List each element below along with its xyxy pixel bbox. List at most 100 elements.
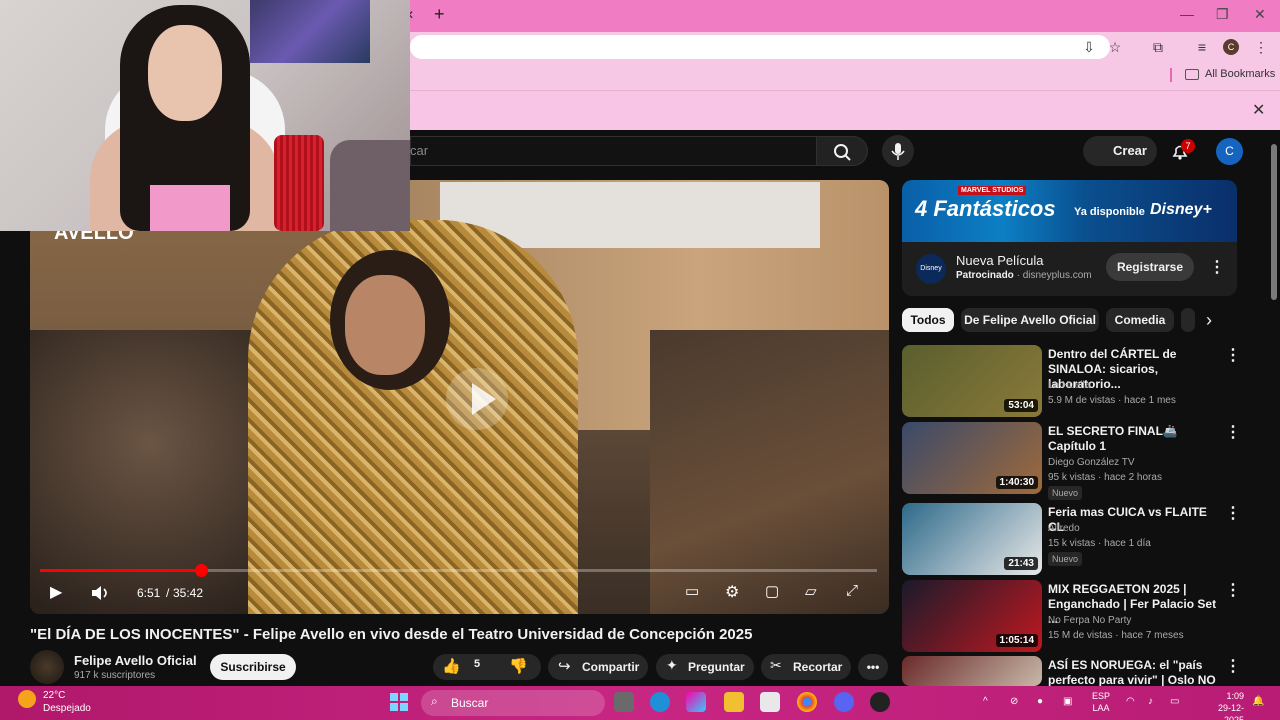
rec-meta: 5.9 M de vistas · hace 1 mes	[1048, 395, 1176, 406]
copilot-icon[interactable]	[686, 692, 706, 712]
extensions-icon[interactable]: ⧉	[1149, 38, 1167, 56]
rec-thumbnail[interactable]	[902, 656, 1042, 686]
taskbar-search-icon: ⌕	[431, 694, 438, 708]
subtitles-icon[interactable]: ▭	[685, 582, 699, 600]
play-icon[interactable]: ▶	[50, 582, 62, 602]
ad-title[interactable]: Nueva Película	[956, 253, 1043, 268]
webcam-top	[150, 185, 230, 231]
windows-taskbar	[0, 686, 1280, 720]
search-input[interactable]	[410, 136, 816, 166]
rec-more-icon[interactable]: ⋮	[1225, 425, 1241, 441]
chip-todos[interactable]: Todos	[902, 308, 954, 332]
media-controls-icon[interactable]: ≡	[1193, 38, 1211, 56]
battery-icon[interactable]: ▭	[1170, 696, 1179, 707]
more-actions-button[interactable]: •••	[858, 654, 888, 680]
address-bar[interactable]	[410, 35, 1110, 59]
rec-channel[interactable]: No Ferpa No Party	[1048, 615, 1131, 626]
store-icon[interactable]	[760, 692, 780, 712]
rec-channel[interactable]: Diego González TV	[1048, 457, 1135, 468]
weather-sun-icon[interactable]	[18, 690, 36, 708]
chip-comedia[interactable]: Comedia	[1106, 308, 1174, 332]
keyboard-layout: LAA	[1092, 703, 1110, 713]
obs-icon[interactable]	[870, 692, 890, 712]
speaker-icon[interactable]: ♪	[1148, 696, 1153, 707]
rec-more-icon[interactable]: ⋮	[1225, 659, 1241, 675]
rec-channel[interactable]: Alfredo	[1048, 523, 1080, 534]
webcam-speaker	[274, 135, 324, 231]
profile-avatar[interactable]: C	[1223, 39, 1239, 55]
voice-search-button[interactable]	[882, 135, 914, 167]
subscribe-button[interactable]: Suscribirse	[210, 654, 296, 680]
chip-channel[interactable]: De Felipe Avello Oficial	[961, 308, 1099, 332]
wifi-icon[interactable]: ◠	[1126, 696, 1135, 707]
create-button[interactable]: Crear	[1083, 136, 1157, 166]
infobar-close-icon[interactable]: ✕	[1252, 100, 1265, 120]
ad-domain: disneyplus.com	[1022, 270, 1092, 281]
rec-more-icon[interactable]: ⋮	[1225, 506, 1241, 522]
scissors-icon: ✂	[770, 657, 782, 673]
all-bookmarks-link[interactable]: All Bookmarks	[1205, 68, 1275, 80]
ad-available-text: Ya disponible	[1074, 206, 1145, 218]
time-current: 6:51	[137, 586, 161, 600]
taskbar-search[interactable]	[421, 690, 605, 716]
settings-gear-icon[interactable]: ⚙	[725, 582, 739, 602]
weather-description[interactable]: Despejado	[43, 703, 91, 714]
scrollbar-thumb[interactable]	[1271, 144, 1277, 300]
theater-mode-icon[interactable]: ▢	[765, 582, 779, 600]
window-close-icon[interactable]: ✕	[1254, 6, 1266, 23]
fullscreen-icon[interactable]: ⤢	[846, 582, 858, 599]
clock-date: 29-12-2025	[1217, 703, 1244, 720]
file-explorer-icon[interactable]	[724, 692, 744, 712]
maximize-icon[interactable]: ❐	[1216, 6, 1229, 23]
rec-channel[interactable]: La Huella	[1048, 380, 1090, 391]
chrome-icon[interactable]	[797, 692, 817, 712]
edge-icon[interactable]	[650, 692, 670, 712]
rec-title[interactable]: ASÍ ES NORUEGA: el "país perfecto para v…	[1048, 658, 1218, 688]
weather-temperature[interactable]: 22°C	[43, 690, 65, 701]
windows-start-icon[interactable]	[390, 693, 408, 711]
channel-avatar[interactable]	[30, 650, 64, 684]
webcam-poster	[250, 0, 370, 63]
cast-icon[interactable]: ▱	[805, 582, 817, 600]
discord-icon[interactable]	[834, 692, 854, 712]
more-horizontal-icon: •••	[866, 660, 880, 674]
notifications-icon[interactable]: 🔔	[1252, 696, 1264, 707]
rec-new-badge: Nuevo	[1048, 552, 1083, 566]
language-indicator[interactable]: ESP LAA	[1092, 690, 1110, 714]
tray-overflow-icon[interactable]: ^	[983, 696, 988, 707]
browser-menu-icon[interactable]: ⋮	[1252, 38, 1270, 56]
bookmark-star-icon[interactable]: ☆	[1106, 38, 1124, 56]
rec-more-icon[interactable]: ⋮	[1225, 583, 1241, 599]
share-label: Compartir	[582, 660, 640, 674]
webcam-face	[148, 25, 222, 121]
network-off-icon[interactable]: ⊘	[1010, 696, 1018, 707]
search-icon	[834, 144, 851, 161]
new-tab-icon[interactable]: +	[434, 4, 445, 25]
mic-tray-icon[interactable]: ●	[1037, 696, 1043, 707]
account-avatar[interactable]: C	[1216, 138, 1243, 165]
minimize-icon[interactable]: —	[1180, 6, 1194, 22]
folder-icon	[1185, 69, 1199, 80]
channel-name[interactable]: Felipe Avello Oficial	[74, 653, 197, 668]
time-duration: 35:42	[173, 586, 204, 600]
chip-truncated[interactable]	[1181, 308, 1195, 332]
rec-title[interactable]: EL SECRETO FINAL🚢 Capítulo 1	[1048, 424, 1218, 454]
video-player[interactable]: AVELLO ▶ 6:51 / 35:42 ▭ ⚙ ▢ ▱ ⤢	[30, 180, 889, 614]
bookmarks-divider	[1170, 68, 1172, 82]
progress-scrubber[interactable]	[195, 564, 208, 577]
task-view-icon[interactable]	[614, 692, 634, 712]
system-clock[interactable]: 1:09 29-12-2025	[1200, 690, 1244, 720]
rec-more-icon[interactable]: ⋮	[1225, 348, 1241, 364]
volume-icon[interactable]	[90, 584, 112, 602]
chevron-right-icon[interactable]: ›	[1206, 310, 1212, 331]
thumbs-up-icon[interactable]: 👍	[442, 657, 461, 675]
thumbs-down-icon[interactable]: 👎	[509, 657, 528, 675]
ad-register-button[interactable]: Registrarse	[1106, 253, 1194, 281]
install-app-icon[interactable]: ⇩	[1080, 38, 1098, 56]
ad-more-icon[interactable]: ⋮	[1209, 260, 1225, 276]
time-separator: /	[166, 586, 170, 600]
sparkle-icon: ✦	[666, 657, 678, 673]
display-tray-icon[interactable]: ▣	[1063, 696, 1072, 707]
search-button[interactable]	[816, 136, 868, 166]
rec-duration: 21:43	[1004, 557, 1038, 570]
